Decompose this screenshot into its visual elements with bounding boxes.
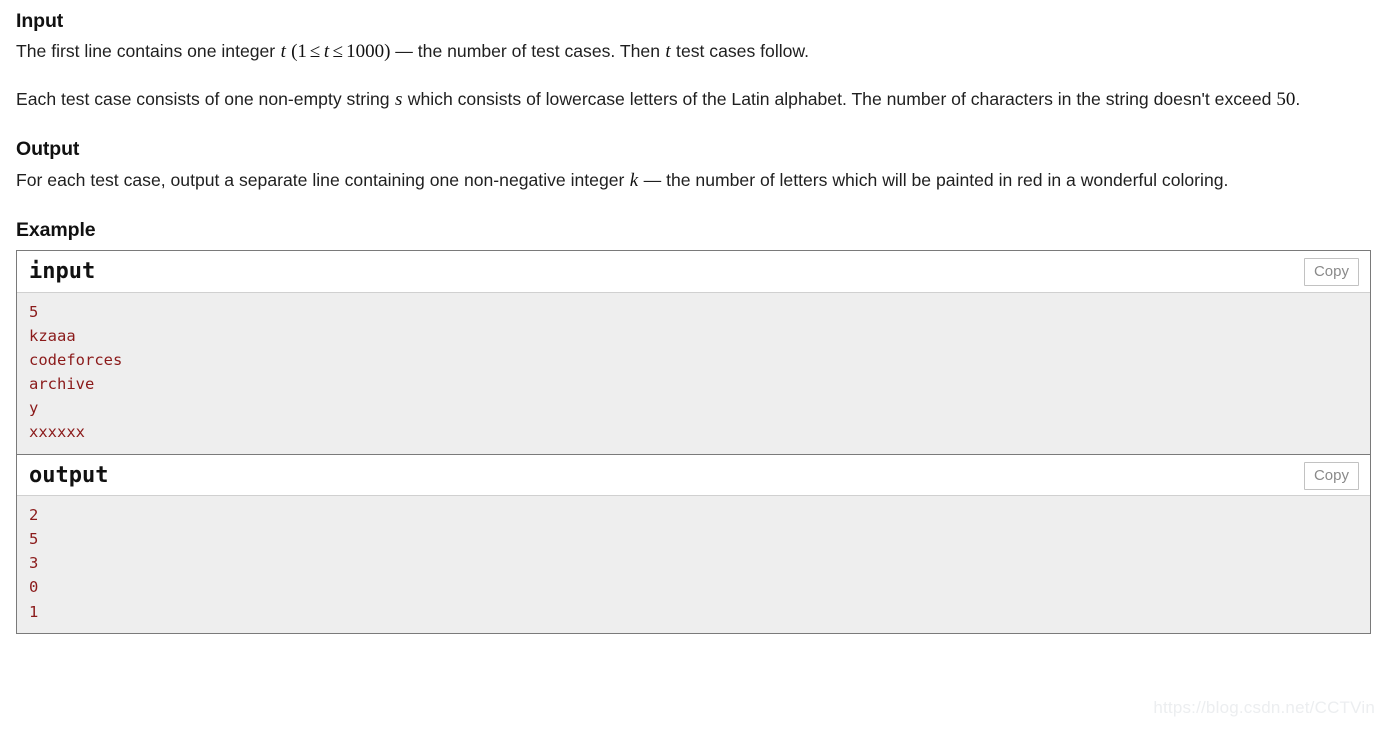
math-leq-2: ≤ [332, 41, 344, 63]
output-para-text-before: For each test case, output a separate li… [16, 169, 630, 190]
input-para2-text-after: which consists of lowercase letters of t… [402, 88, 1277, 109]
math-var-k: k [629, 169, 639, 191]
example-section-heading: Example [16, 218, 96, 241]
math-num-fifty: 50 [1276, 88, 1296, 110]
sample-output-content: 2 5 3 0 1 [17, 495, 1370, 633]
math-t-range: t (1 ≤ t ≤1000) [280, 41, 391, 63]
input-section-heading: Input [16, 10, 64, 32]
math-var-t: t [280, 41, 286, 63]
problem-statement-page: Input The first line contains one intege… [0, 0, 1389, 634]
input-para2-text-before: Each test case consists of one non-empty… [16, 88, 395, 109]
math-num-thousand: 1000 [346, 41, 385, 63]
sample-tests-container: input Copy 5 kzaaa codeforces archive y … [16, 250, 1371, 634]
input-para1-text-before: The first line contains one integer [16, 41, 281, 62]
output-para-text-after: — the number of letters which will be pa… [638, 169, 1229, 190]
input-para2-text-after2: . [1295, 88, 1301, 109]
output-description-paragraph: For each test case, output a separate li… [16, 166, 1373, 195]
math-num-one: 1 [297, 41, 307, 63]
math-var-k-inline: k [629, 170, 638, 191]
math-var-s-inline: s [394, 89, 402, 110]
sample-input-header: input Copy [17, 251, 1370, 293]
copy-output-button[interactable]: Copy [1303, 461, 1359, 490]
sample-input-block: input Copy 5 kzaaa codeforces archive y … [17, 251, 1370, 455]
sample-input-content: 5 kzaaa codeforces archive y xxxxxx [17, 292, 1370, 454]
sample-output-header: output Copy [17, 454, 1370, 496]
input-description-paragraph-2: Each test case consists of one non-empty… [16, 85, 1373, 114]
sample-output-title: output [29, 462, 109, 488]
copy-input-button[interactable]: Copy [1303, 258, 1359, 287]
input-para1-text-after2: test cases follow. [671, 41, 810, 62]
sample-input-title: input [29, 259, 96, 285]
input-para1-text-after: — the number of test cases. Then [390, 41, 665, 62]
math-var-s: s [394, 88, 403, 110]
sample-output-block: output Copy 2 5 3 0 1 [17, 454, 1370, 634]
input-description-paragraph-1: The first line contains one integer t (1… [16, 37, 1373, 66]
math-num-fifty-inline: 50 [1276, 89, 1295, 110]
output-section-heading: Output [16, 138, 80, 161]
math-var-t-2: t [323, 41, 330, 63]
math-leq-1: ≤ [309, 41, 321, 63]
csdn-watermark: https://blog.csdn.net/CCTVin [1153, 698, 1375, 717]
